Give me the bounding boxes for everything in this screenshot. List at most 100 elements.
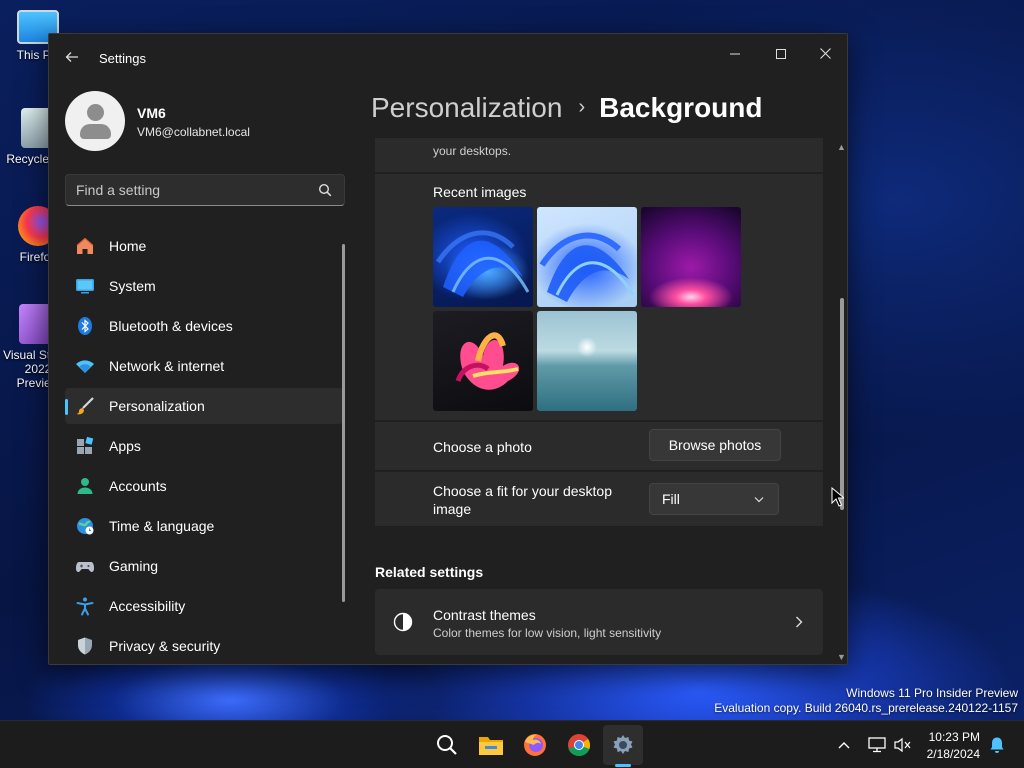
privacy-icon <box>75 636 95 656</box>
bluetooth-icon <box>75 316 95 336</box>
contrast-themes-title: Contrast themes <box>433 607 536 623</box>
recent-image-thumbnail[interactable] <box>433 311 533 411</box>
apps-icon <box>75 436 95 456</box>
fit-dropdown-value: Fill <box>662 491 680 507</box>
active-app-indicator <box>615 764 631 767</box>
system-icon <box>75 276 95 296</box>
sidebar-item-network[interactable]: Network & internet <box>65 348 343 384</box>
taskbar-firefox[interactable] <box>515 725 555 765</box>
window-title: Settings <box>99 51 146 66</box>
recent-image-thumbnail[interactable] <box>641 207 741 307</box>
flower-shape <box>455 332 520 390</box>
home-icon <box>75 236 95 256</box>
sidebar-item-apps[interactable]: Apps <box>65 428 343 464</box>
firefox-icon <box>524 734 546 756</box>
sidebar-item-accounts[interactable]: Accounts <box>65 468 343 504</box>
avatar[interactable] <box>65 91 125 151</box>
time-language-icon <box>75 516 95 536</box>
back-button[interactable] <box>61 46 83 68</box>
chevron-right-icon: › <box>578 96 586 118</box>
choose-photo-row: Choose a photo Browse photos <box>375 422 823 470</box>
clock-time[interactable]: 10:23 PM <box>920 730 980 744</box>
fit-dropdown[interactable]: Fill <box>649 483 779 515</box>
main-scrollbar[interactable] <box>840 298 844 510</box>
notifications-button[interactable] <box>984 725 1010 765</box>
chevron-up-icon <box>838 742 850 749</box>
bloom-shape <box>539 232 635 302</box>
network-icon <box>75 356 95 376</box>
sidebar-item-label: Personalization <box>109 398 205 414</box>
close-button[interactable] <box>807 40 843 68</box>
clock-date[interactable]: 2/18/2024 <box>920 747 980 761</box>
file-explorer-icon <box>479 737 503 755</box>
maximize-icon <box>776 49 786 59</box>
contrast-themes-item[interactable]: Contrast themes Color themes for low vis… <box>375 589 823 655</box>
contrast-icon <box>393 612 413 632</box>
minimize-button[interactable] <box>717 40 753 68</box>
recent-image-thumbnail[interactable] <box>433 207 533 307</box>
sidebar-item-label: System <box>109 278 156 294</box>
sidebar-item-label: Network & internet <box>109 358 225 374</box>
avatar-body <box>80 124 111 139</box>
recent-image-thumbnail[interactable] <box>537 207 637 307</box>
chevron-right-icon <box>796 616 803 628</box>
taskbar-search-button[interactable] <box>427 725 467 765</box>
watermark-build: Evaluation copy. Build 26040.rs_prerelea… <box>714 701 1018 715</box>
sidebar-item-label: Gaming <box>109 558 159 574</box>
recent-image-thumbnail[interactable] <box>537 311 637 411</box>
chevron-down-icon <box>754 497 764 503</box>
taskbar-chrome[interactable] <box>559 725 599 765</box>
search-icon <box>437 735 457 755</box>
sidebar-item-label: Accounts <box>109 478 167 494</box>
sidebar-item-time-language[interactable]: Time & language <box>65 508 343 544</box>
main-content: your desktops. Recent images Choose a ph… <box>375 138 823 664</box>
title-bar: Settings <box>49 34 847 82</box>
personalization-icon <box>75 396 95 416</box>
contrast-themes-subtitle: Color themes for low vision, light sensi… <box>433 626 662 640</box>
sidebar-nav: Home System Bluetooth & devices Network … <box>65 228 343 664</box>
network-wired-icon <box>868 737 886 753</box>
bloom-shape <box>435 230 530 297</box>
settings-icon <box>613 735 633 754</box>
search-input[interactable] <box>66 175 306 205</box>
search-box <box>65 174 345 206</box>
taskbar-settings[interactable] <box>603 725 643 765</box>
sidebar-item-label: Privacy & security <box>109 638 221 654</box>
back-arrow-icon <box>65 52 78 62</box>
sidebar-item-label: Accessibility <box>109 598 186 614</box>
taskbar-file-explorer[interactable] <box>471 725 511 765</box>
accessibility-icon <box>75 596 95 616</box>
breadcrumb: Personalization › Background <box>371 92 762 124</box>
search-icon[interactable] <box>318 183 332 197</box>
bell-icon <box>990 737 1004 753</box>
page-title: Background <box>599 92 763 123</box>
taskbar: 10:23 PM 2/18/2024 <box>0 720 1024 768</box>
scroll-down-arrow-icon[interactable]: ▼ <box>837 652 846 662</box>
breadcrumb-parent[interactable]: Personalization <box>371 92 562 123</box>
sidebar-item-accessibility[interactable]: Accessibility <box>65 588 343 624</box>
choose-photo-label: Choose a photo <box>433 439 532 455</box>
mouse-cursor-icon <box>831 487 844 507</box>
sidebar-item-bluetooth[interactable]: Bluetooth & devices <box>65 308 343 344</box>
sidebar-item-gaming[interactable]: Gaming <box>65 548 343 584</box>
accounts-icon <box>75 476 95 496</box>
sidebar-scrollbar[interactable] <box>342 244 345 602</box>
scroll-up-arrow-icon[interactable]: ▲ <box>837 142 846 152</box>
volume-button[interactable] <box>890 725 916 765</box>
volume-muted-icon <box>894 737 911 753</box>
network-status-button[interactable] <box>864 725 890 765</box>
browse-photos-button[interactable]: Browse photos <box>649 429 781 461</box>
fit-row: Choose a fit for your desktop image Fill <box>375 472 823 526</box>
sidebar-item-personalization[interactable]: Personalization <box>65 388 343 424</box>
maximize-button[interactable] <box>763 40 799 68</box>
sidebar-item-system[interactable]: System <box>65 268 343 304</box>
show-hidden-icons-button[interactable] <box>832 725 856 765</box>
gaming-icon <box>75 556 95 576</box>
profile-name: VM6 <box>137 105 166 121</box>
profile-email: VM6@collabnet.local <box>137 125 250 139</box>
recent-images-card: Recent images <box>375 174 823 420</box>
sidebar-item-privacy[interactable]: Privacy & security <box>65 628 343 664</box>
watermark-edition: Windows 11 Pro Insider Preview <box>846 686 1018 700</box>
sidebar-item-home[interactable]: Home <box>65 228 343 264</box>
sidebar-item-label: Home <box>109 238 147 254</box>
